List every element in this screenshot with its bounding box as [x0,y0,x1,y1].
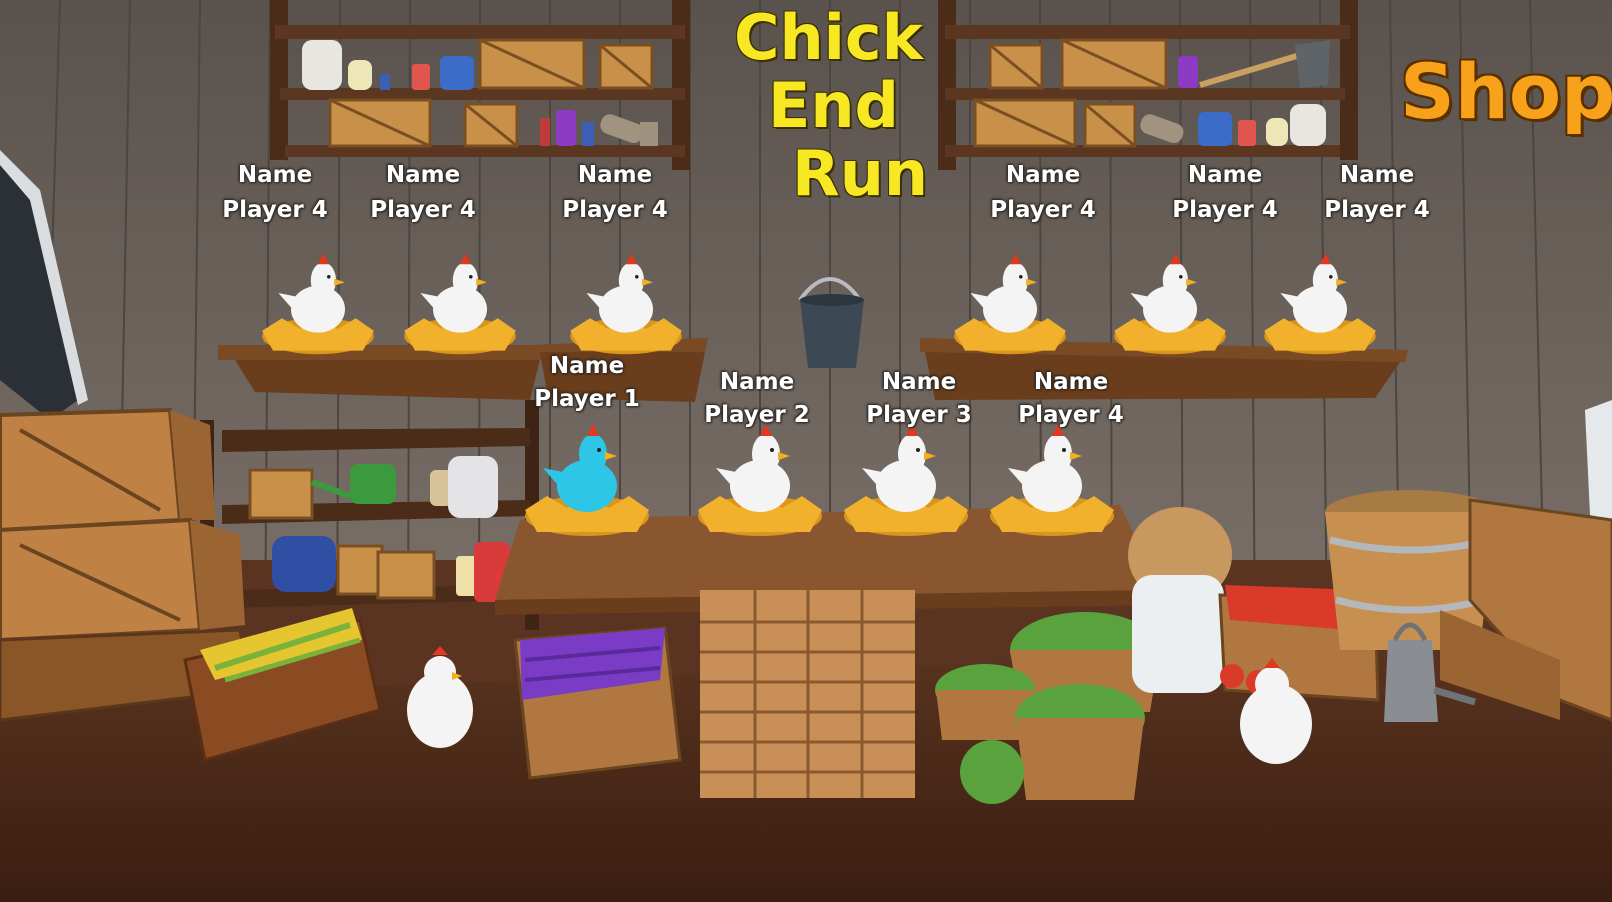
chicken-eye [597,448,601,452]
chicken-head [310,262,336,299]
chicken-head [898,434,926,474]
sack-and-jug [1128,507,1232,693]
chicken-eye [770,448,774,452]
chicken-head [618,262,645,299]
chicken-eye [1062,448,1066,452]
chicken-eye [635,275,639,279]
egg-cartons [700,590,915,798]
chicken-head [1312,262,1338,299]
shelf-lower-left [200,400,539,630]
chicken-eye [916,448,920,452]
chicken-eye [1019,275,1023,279]
chicken-head [452,262,478,299]
chicken-eye [1329,275,1333,279]
chicken-head [1002,262,1028,299]
chicken-head [1044,434,1072,474]
title-line-3: Run [792,137,929,210]
title-line-2: End [768,69,899,142]
chicken-eye [1179,275,1183,279]
eggplant-crate [513,626,682,780]
chicken-eye [327,275,331,279]
chicken-head [579,434,607,474]
title-line-1: Chick [734,1,923,74]
chicken-head [1162,262,1188,299]
game-title: Chick End Run [722,1,929,210]
chicken-head [752,434,780,474]
shop-button[interactable]: Shop [1400,42,1612,142]
chicken-eye [469,275,473,279]
